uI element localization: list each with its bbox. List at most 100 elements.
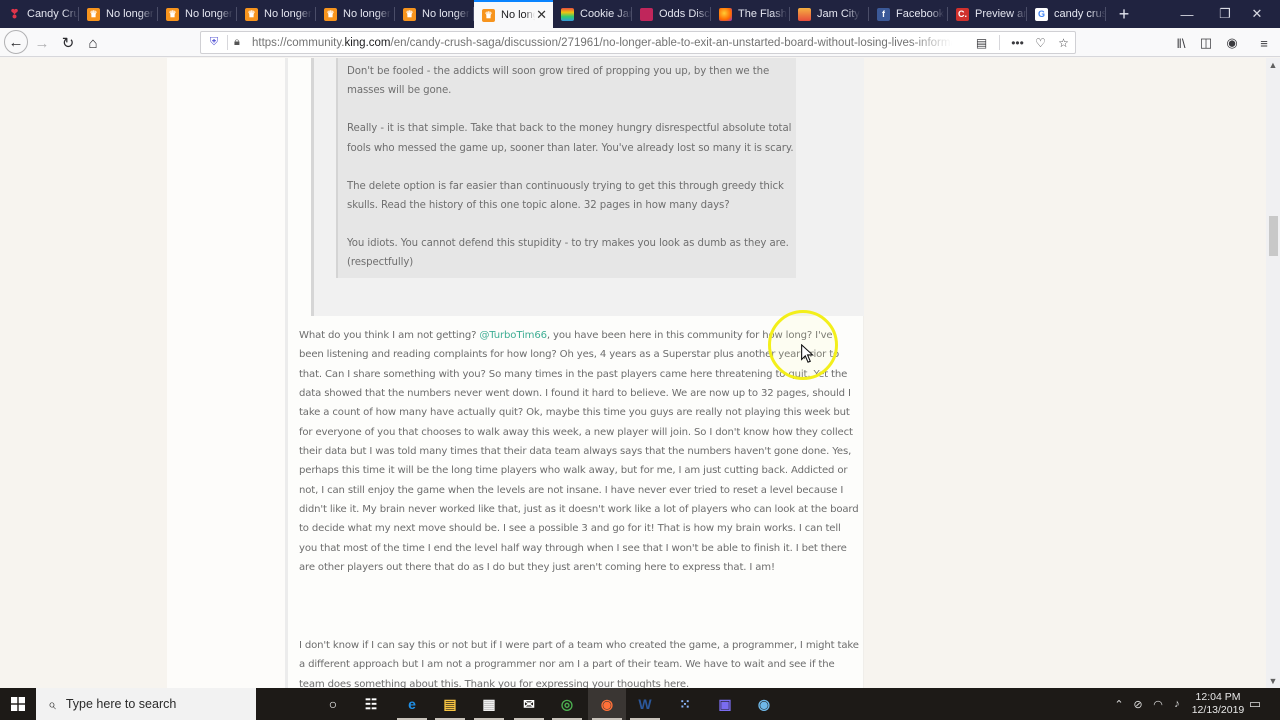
back-button[interactable]: ← — [4, 30, 28, 54]
taskbar-app-button[interactable]: ◉ — [588, 688, 626, 720]
close-icon: ✕ — [1251, 6, 1263, 21]
star-icon: ☆ — [1058, 35, 1069, 50]
action-center-button[interactable]: ▭ — [1244, 688, 1266, 720]
tab-active[interactable]: ♛ No longer✕ — [474, 0, 553, 28]
tab-label: Candy Crush — [27, 8, 79, 20]
clock[interactable]: 12:04 PM 12/13/2019 — [1190, 691, 1246, 717]
tab-label: candy crush — [1054, 8, 1106, 20]
bookmark-button[interactable]: ☆ — [1052, 32, 1075, 53]
home-icon: ⌂ — [88, 34, 98, 52]
browser-tab[interactable]: ❣ Candy Crush — [0, 0, 79, 28]
cortana-icon: ○ — [328, 696, 338, 712]
browser-tab[interactable]: The Flash — [711, 0, 790, 28]
tab-label: No longer — [106, 8, 154, 20]
search-icon: ⌕ — [48, 695, 56, 712]
url-bar[interactable]: ⛨ 🔒︎ https://community.king.com/en/candy… — [200, 31, 1076, 54]
chevron-up-icon: ▲ — [1268, 60, 1278, 70]
chevron-up-icon: ⌃ — [1114, 698, 1124, 711]
tab-label: The Flash — [738, 8, 787, 20]
browser-tab[interactable]: Gcandy crush — [1027, 0, 1106, 28]
windows-logo-icon — [11, 697, 25, 711]
taskbar-app-button[interactable]: ○ — [314, 688, 352, 720]
browser-tab[interactable]: Cookie Jam — [553, 0, 632, 28]
url-actions-separator — [999, 35, 1000, 50]
account-button[interactable]: ◉ — [1220, 31, 1244, 55]
library-icon: ‖\ — [1176, 35, 1186, 51]
page-actions-button[interactable]: ••• — [1006, 32, 1029, 53]
url-prefix: https://community. — [252, 36, 345, 49]
close-window-button[interactable]: ✕ — [1234, 0, 1280, 28]
forward-button[interactable]: → — [29, 30, 55, 56]
browser-tab[interactable]: C. Preview and — [948, 0, 1027, 28]
facebook-icon: f — [877, 7, 890, 21]
new-tab-button[interactable]: + — [1106, 0, 1142, 28]
taskbar-app-button[interactable]: ◎ — [548, 688, 586, 720]
volume-icon: ♪ — [1174, 698, 1180, 710]
scrollbar-thumb[interactable] — [1269, 216, 1278, 256]
volume-button[interactable]: ♪ — [1168, 688, 1186, 720]
taskbar-app-button[interactable]: e — [393, 688, 431, 720]
reply-text-start: What do you think I am not getting? — [299, 330, 480, 341]
browser-tab[interactable]: ♛ No longer — [395, 0, 474, 28]
scroll-down-button[interactable]: ▼ — [1266, 674, 1280, 688]
browser-tab[interactable]: ♛ No longer — [79, 0, 158, 28]
wifi-button[interactable]: ◠ — [1149, 688, 1167, 720]
start-button[interactable] — [0, 688, 36, 720]
url-text[interactable]: https://community.king.com/en/candy-crus… — [252, 37, 952, 49]
browser-tab[interactable]: f Facebook — [869, 0, 948, 28]
quote-paragraph: Really - it is that simple. Take that ba… — [347, 123, 794, 154]
sidebar-button[interactable]: ◫ — [1194, 31, 1218, 55]
firefox-icon: ◉ — [600, 695, 614, 712]
menu-button[interactable]: ≡ — [1252, 31, 1276, 55]
edge-icon: e — [408, 696, 416, 712]
taskbar-app-button[interactable]: ▣ — [706, 688, 744, 720]
reader-view-icon: ▤ — [975, 35, 988, 50]
left-column — [167, 58, 285, 688]
pocket-button[interactable]: ♡ — [1029, 32, 1052, 53]
account-icon: ◉ — [1226, 35, 1238, 50]
taskbar-app-button[interactable]: ▤ — [431, 688, 469, 720]
taskbar-search-box[interactable]: ⌕ Type here to search — [36, 688, 256, 720]
taskbar-app-button[interactable]: ☷ — [352, 688, 390, 720]
mouse-cursor-icon — [801, 344, 814, 363]
browser-tab[interactable]: ♛ No longer — [237, 0, 316, 28]
reload-button[interactable]: ↻ — [55, 30, 81, 56]
odds-icon — [640, 7, 653, 21]
screen-recorder-icon: ▣ — [718, 695, 732, 712]
file-explorer-icon: ▤ — [443, 695, 457, 712]
sidebar-icon: ◫ — [1199, 35, 1213, 50]
circle-app-icon: ◉ — [757, 695, 771, 712]
url-host: king.com — [344, 36, 391, 49]
pocket-icon: ♡ — [1035, 35, 1046, 50]
close-tab-icon[interactable]: ✕ — [536, 7, 547, 23]
browser-tab[interactable]: ♛ No longer — [316, 0, 395, 28]
home-button[interactable]: ⌂ — [80, 30, 106, 56]
user-mention-link[interactable]: @TurboTim66 — [479, 330, 547, 341]
lock-icon[interactable]: 🔒︎ — [234, 36, 246, 49]
mail-icon: ✉ — [523, 695, 535, 712]
second-paragraph: I don't know if I can say this or not bu… — [299, 640, 859, 690]
browser-tab[interactable]: Jam City — [790, 0, 869, 28]
tab-label: Cookie Jam — [580, 8, 632, 20]
taskbar-app-button[interactable]: ⁙ — [666, 688, 704, 720]
taskbar-app-button[interactable]: ▦ — [470, 688, 508, 720]
browser-tab[interactable]: Odds Disclosure — [632, 0, 711, 28]
king-crown-icon: ♛ — [324, 7, 337, 21]
browser-tab[interactable]: ♛ No longer — [158, 0, 237, 28]
taskbar-app-button[interactable]: ✉ — [510, 688, 548, 720]
vertical-scrollbar[interactable]: ▲ ▼ — [1266, 58, 1280, 688]
library-button[interactable]: ‖\ — [1169, 31, 1193, 55]
king-crown-icon: ♛ — [403, 7, 416, 21]
reader-view-button[interactable]: ▤ — [970, 32, 993, 53]
tab-label: Facebook — [896, 8, 945, 20]
task-view-icon: ☷ — [364, 695, 378, 712]
url-path: /en/candy-crush-saga/discussion/271961/n… — [390, 36, 953, 49]
search-placeholder: Type here to search — [65, 697, 177, 711]
chevron-down-icon: ▼ — [1268, 676, 1278, 686]
scroll-up-button[interactable]: ▲ — [1266, 58, 1280, 72]
taskbar-app-button[interactable]: W — [626, 688, 664, 720]
taskbar-app-button[interactable]: ◉ — [745, 688, 783, 720]
network-status-button[interactable]: ⊘ — [1129, 688, 1147, 720]
show-hidden-icons-button[interactable]: ⌃ — [1110, 688, 1128, 720]
tracking-protection-shield-icon[interactable]: ⛨ — [207, 36, 221, 50]
